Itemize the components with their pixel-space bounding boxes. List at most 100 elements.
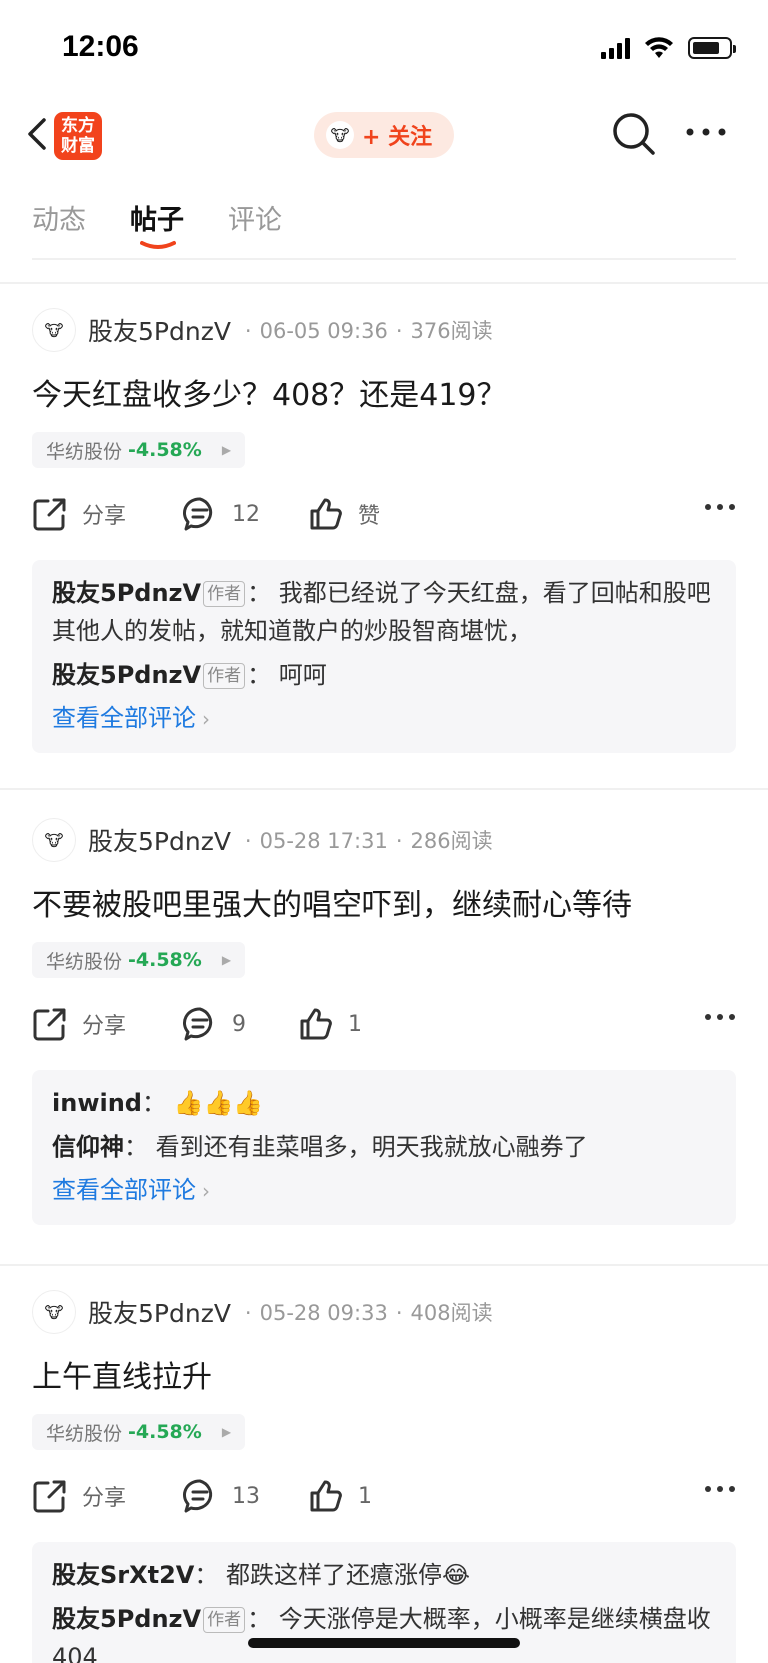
comment-item[interactable]: 股友5PdnzV 作者： 呵呵: [52, 656, 716, 694]
comment-icon: [183, 1479, 213, 1513]
stock-tag[interactable]: 华纺股份 -4.58% ▶: [32, 942, 246, 978]
like-label: 赞: [358, 504, 381, 529]
share-icon: [33, 1480, 66, 1513]
more-icon[interactable]: [704, 1484, 736, 1494]
read-count: 408阅读: [410, 1301, 493, 1325]
app-logo[interactable]: 东方 财富: [54, 112, 102, 160]
share-label: 分享: [82, 1014, 127, 1039]
like-button[interactable]: 1: [308, 1478, 372, 1514]
post-card[interactable]: 🐮 股友5PdnzV · 06-05 09:36 · 376阅读 今天红盘收多少？40…: [0, 308, 768, 768]
like-button[interactable]: 赞: [308, 496, 380, 532]
comment-button[interactable]: 13: [182, 1478, 260, 1514]
view-all-label: 查看全部评论: [52, 1176, 196, 1204]
comment-user[interactable]: inwind: [52, 1089, 142, 1117]
comment-item[interactable]: inwind： 👍👍👍: [52, 1084, 716, 1122]
more-icon[interactable]: [704, 1012, 736, 1022]
stock-change: -4.58%: [128, 1421, 202, 1443]
more-icon[interactable]: [682, 122, 730, 142]
comment-user[interactable]: 股友5PdnzV: [52, 1605, 201, 1633]
comment-text: 看到还有韭菜唱多，明天我就放心融券了: [155, 1133, 588, 1161]
comment-user[interactable]: 股友5PdnzV: [52, 579, 201, 607]
tab-bar: 动态 帖子 评论: [0, 190, 768, 260]
post-header: 🐮 股友5PdnzV · 06-05 09:36 · 376阅读: [32, 308, 493, 352]
battery-icon: [688, 37, 736, 59]
tab-posts[interactable]: 帖子: [130, 198, 184, 237]
share-icon: [33, 498, 66, 531]
share-button[interactable]: 分享: [32, 1006, 126, 1042]
stock-name: 华纺股份: [46, 950, 123, 973]
post-title[interactable]: 不要被股吧里强大的唱空吓到，继续耐心等待: [32, 880, 632, 924]
post-meta: · 05-28 17:31 · 286阅读: [244, 829, 493, 853]
comment-text: 都跌这样了还癔涨停😂: [226, 1561, 471, 1589]
avatar-icon: 🐮: [326, 121, 354, 149]
comment-count: 12: [232, 501, 260, 527]
stock-tag[interactable]: 华纺股份 -4.58% ▶: [32, 432, 246, 468]
post-card[interactable]: 🐮 股友5PdnzV · 05-28 09:33 · 408阅读 上午直线拉升 华纺股…: [0, 1290, 768, 1663]
status-time: 12:06: [62, 30, 139, 63]
post-actions: 分享 9 1: [32, 1002, 736, 1050]
comment-preview: inwind： 👍👍👍 信仰神： 看到还有韭菜唱多，明天我就放心融券了 查看全部…: [32, 1070, 736, 1225]
author-name[interactable]: 股友5PdnzV: [88, 1294, 231, 1330]
home-indicator: [248, 1638, 520, 1648]
divider: [32, 258, 736, 260]
caret-right-icon: ▶: [221, 1425, 232, 1439]
comment-count: 9: [232, 1011, 246, 1037]
tab-dynamic[interactable]: 动态: [32, 198, 86, 237]
like-count: 1: [358, 1483, 372, 1509]
comment-text: 呵呵: [278, 661, 327, 689]
thumbs-up-icon: [310, 1480, 342, 1512]
comment-icon: [183, 1007, 213, 1041]
thumbs-up-icon: [300, 1008, 332, 1040]
stock-change: -4.58%: [128, 439, 202, 461]
view-all-label: 查看全部评论: [52, 704, 196, 732]
comment-item[interactable]: 股友5PdnzV 作者： 我都已经说了今天红盘，看了回帖和股吧其他人的发帖，就知道…: [52, 574, 716, 650]
caret-right-icon: ▶: [221, 953, 232, 967]
caret-right-icon: ▶: [221, 443, 232, 457]
post-title[interactable]: 今天红盘收多少？408？还是419？: [32, 370, 507, 414]
avatar[interactable]: 🐮: [32, 1290, 76, 1334]
comment-user[interactable]: 股友5PdnzV: [52, 661, 201, 689]
stock-change: -4.58%: [128, 949, 202, 971]
share-button[interactable]: 分享: [32, 496, 126, 532]
chevron-right-icon: ›: [202, 1179, 210, 1203]
author-name[interactable]: 股友5PdnzV: [88, 312, 231, 348]
post-meta: · 05-28 09:33 · 408阅读: [244, 1301, 493, 1325]
share-label: 分享: [82, 1486, 127, 1511]
follow-button[interactable]: 🐮 + 关注: [314, 112, 454, 158]
post-actions: 分享 12 赞: [32, 492, 736, 540]
stock-name: 华纺股份: [46, 1422, 123, 1445]
back-icon[interactable]: [18, 114, 58, 154]
share-icon: [33, 1008, 66, 1041]
stock-name: 华纺股份: [46, 440, 123, 463]
author-name[interactable]: 股友5PdnzV: [88, 822, 231, 858]
view-all-comments-link[interactable]: 查看全部评论 ›: [52, 698, 716, 739]
author-badge: 作者: [203, 663, 246, 689]
post-card[interactable]: 🐮 股友5PdnzV · 05-28 17:31 · 286阅读 不要被股吧里强大的唱…: [0, 818, 768, 1238]
more-icon[interactable]: [704, 502, 736, 512]
stock-tag[interactable]: 华纺股份 -4.58% ▶: [32, 1414, 246, 1450]
comment-button[interactable]: 9: [182, 1006, 246, 1042]
tab-comments[interactable]: 评论: [228, 198, 282, 237]
view-all-comments-link[interactable]: 查看全部评论 ›: [52, 1170, 716, 1211]
comment-item[interactable]: 信仰神： 看到还有韭菜唱多，明天我就放心融券了: [52, 1128, 716, 1166]
author-badge: 作者: [203, 581, 246, 607]
avatar[interactable]: 🐮: [32, 818, 76, 862]
divider: [0, 788, 768, 790]
nav-bar: 东方 财富 🐮 + 关注: [0, 100, 768, 172]
divider: [0, 282, 768, 284]
post-title[interactable]: 上午直线拉升: [32, 1352, 212, 1396]
comment-preview: 股友5PdnzV 作者： 我都已经说了今天红盘，看了回帖和股吧其他人的发帖，就知道…: [32, 560, 736, 753]
search-icon[interactable]: [610, 110, 658, 158]
comment-item[interactable]: 股友SrXt2V： 都跌这样了还癔涨停😂: [52, 1556, 716, 1594]
divider: [0, 1264, 768, 1266]
like-count: 1: [348, 1011, 362, 1037]
comment-user[interactable]: 股友SrXt2V: [52, 1561, 194, 1589]
avatar[interactable]: 🐮: [32, 308, 76, 352]
logo-text: 东方 财富: [61, 116, 95, 156]
comment-button[interactable]: 12: [182, 496, 260, 532]
share-button[interactable]: 分享: [32, 1478, 126, 1514]
comment-user[interactable]: 信仰神: [52, 1133, 124, 1161]
like-button[interactable]: 1: [298, 1006, 362, 1042]
post-time: 05-28 09:33: [259, 1301, 388, 1325]
comment-item[interactable]: 股友5PdnzV 作者： 今天涨停是大概率，小概率是继续横盘收404: [52, 1600, 716, 1663]
